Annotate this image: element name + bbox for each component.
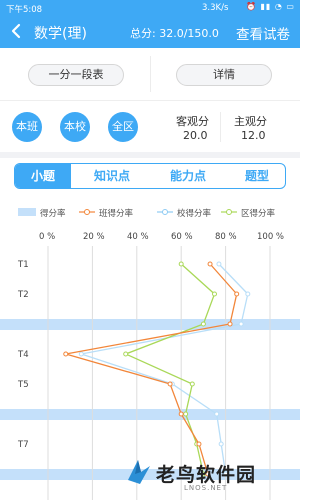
tab-knowledge-points[interactable]: 知识点 <box>79 164 145 188</box>
data-point <box>238 321 244 327</box>
x-tick-label: 60 % <box>171 232 193 242</box>
section-divider <box>0 152 300 158</box>
watermark-url: LNOS.NET <box>184 484 228 492</box>
x-tick-label: 80 % <box>215 232 237 242</box>
scope-school-button[interactable]: 本校 <box>60 112 90 142</box>
x-tick-label: 100 % <box>257 232 285 242</box>
data-point <box>196 441 202 447</box>
data-point <box>227 321 233 327</box>
data-point <box>214 411 220 417</box>
legend-bar-swatch <box>18 208 36 216</box>
score-rate-bar <box>0 409 300 420</box>
status-bar: 下午5:08 3.3K/s ⏰ ▮▮ ◔ ▭ <box>0 0 300 16</box>
divider <box>0 100 300 101</box>
objective-score-value: 20.0 <box>183 129 208 142</box>
data-point <box>189 381 195 387</box>
status-icons: ⏰ ▮▮ ◔ ▭ <box>246 2 295 11</box>
subjective-score-value: 12.0 <box>241 129 266 142</box>
legend-district-swatch <box>221 209 237 215</box>
network-speed: 3.3K/s <box>202 3 229 13</box>
x-tick-label: 0 % <box>39 232 56 242</box>
total-score: 总分: 32.0/150.0 <box>130 27 219 40</box>
score-rate-bar <box>0 319 300 330</box>
data-point <box>245 291 251 297</box>
data-point <box>178 411 184 417</box>
data-point <box>123 351 129 357</box>
scope-district-button[interactable]: 全区 <box>108 112 138 142</box>
x-tick-label: 40 % <box>127 232 149 242</box>
watermark-brand: 老鸟软件园 <box>156 464 257 486</box>
data-point <box>200 321 206 327</box>
data-point <box>207 261 213 267</box>
data-point <box>167 381 173 387</box>
data-point <box>216 261 222 267</box>
view-paper-link[interactable]: 查看试卷 <box>236 23 290 43</box>
series-line <box>65 263 238 475</box>
status-time: 下午5:08 <box>6 5 43 15</box>
legend-school-rate: 校得分率 <box>177 209 212 219</box>
bird-logo-icon <box>128 460 150 484</box>
tab-questions[interactable]: 小题 <box>15 164 71 188</box>
analysis-tabs: 小题 知识点 能力点 题型 <box>14 163 286 189</box>
data-point <box>183 411 189 417</box>
data-point <box>218 441 224 447</box>
tab-question-types[interactable]: 题型 <box>229 164 285 188</box>
legend-school-swatch <box>157 209 173 215</box>
legend-score-rate: 得分率 <box>40 209 66 219</box>
divider <box>220 112 221 142</box>
scope-class-button[interactable]: 本班 <box>12 112 42 142</box>
data-point <box>212 291 217 297</box>
watermark: 老鸟软件园 LNOS.NET <box>118 454 300 500</box>
subjective-score-label: 主观分 <box>234 115 267 128</box>
back-arrow-icon[interactable] <box>8 22 26 40</box>
data-point <box>234 291 240 297</box>
score-table-button[interactable]: 一分一段表 <box>28 64 124 86</box>
data-point <box>78 351 84 357</box>
legend-district-rate: 区得分率 <box>241 209 276 219</box>
app-header: 数学(理) 总分: 32.0/150.0 查看试卷 <box>0 16 300 48</box>
data-point <box>63 351 69 357</box>
legend-class-swatch <box>79 209 95 215</box>
tab-ability-points[interactable]: 能力点 <box>153 164 223 188</box>
page-title: 数学(理) <box>34 26 87 42</box>
data-point <box>178 261 184 267</box>
details-button[interactable]: 详情 <box>176 64 272 86</box>
legend-class-rate: 班得分率 <box>99 209 134 219</box>
objective-score-label: 客观分 <box>176 115 209 128</box>
divider <box>150 56 151 92</box>
x-tick-label: 20 % <box>83 232 105 242</box>
series-line <box>124 263 216 475</box>
